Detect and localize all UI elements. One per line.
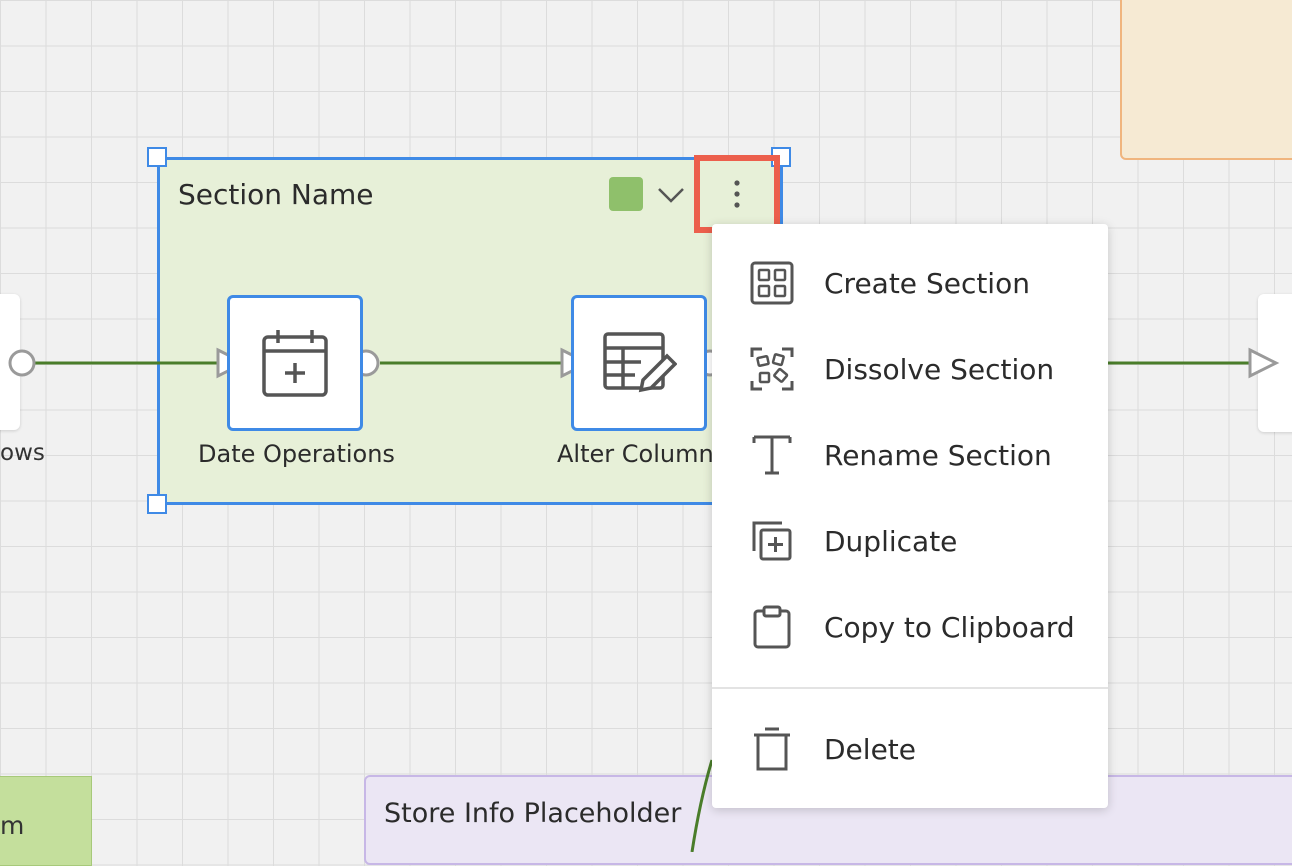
menu-item-create-section[interactable]: Create Section [712, 243, 1108, 323]
menu-item-label: Rename Section [824, 438, 1052, 472]
output-port[interactable] [8, 349, 36, 377]
menu-item-dissolve-section[interactable]: Dissolve Section [712, 329, 1108, 409]
menu-item-rename-section[interactable]: Rename Section [712, 415, 1108, 495]
section-context-menu: Create Section Dissolve Section Rename S [712, 224, 1108, 808]
menu-item-copy-to-clipboard[interactable]: Copy to Clipboard [712, 587, 1108, 667]
create-section-icon [748, 259, 796, 307]
menu-item-label: Delete [824, 732, 916, 766]
trash-icon [748, 725, 796, 773]
menu-item-duplicate[interactable]: Duplicate [712, 501, 1108, 581]
alter-columns-node[interactable] [571, 295, 707, 431]
date-operations-label: Date Operations [198, 440, 395, 468]
menu-item-delete[interactable]: Delete [712, 709, 1108, 789]
calendar-plus-icon [262, 330, 328, 397]
input-port[interactable] [1248, 347, 1280, 379]
duplicate-icon [748, 517, 796, 565]
menu-item-label: Create Section [824, 266, 1030, 300]
date-operations-node[interactable] [227, 295, 363, 431]
menu-item-label: Dissolve Section [824, 352, 1055, 386]
rename-text-icon [748, 431, 796, 479]
clipboard-icon [748, 603, 796, 651]
alter-columns-label: Alter Column [557, 440, 714, 468]
menu-item-label: Duplicate [824, 524, 958, 558]
menu-item-label: Copy to Clipboard [824, 610, 1075, 644]
table-edit-icon [603, 332, 677, 393]
dissolve-section-icon [748, 345, 796, 393]
menu-divider [712, 687, 1108, 689]
